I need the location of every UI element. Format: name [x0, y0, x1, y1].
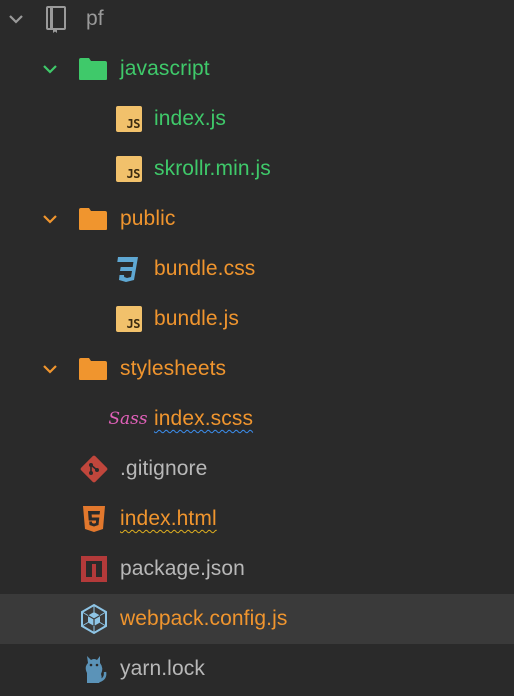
tree-item-label: index.html	[120, 507, 217, 530]
js-file-icon: JS	[113, 94, 145, 144]
git-file-icon	[78, 444, 110, 494]
folder-icon	[77, 344, 109, 394]
tree-item-label: bundle.js	[154, 307, 239, 330]
chevron-down-icon[interactable]	[6, 0, 26, 44]
tree-item-label: skrollr.min.js	[154, 157, 271, 180]
tree-item-label: pf	[86, 7, 104, 30]
repo-icon	[40, 0, 72, 44]
tree-item-label: stylesheets	[120, 357, 227, 380]
folder-icon	[77, 44, 109, 94]
tree-folder-public[interactable]: public	[0, 194, 514, 244]
tree-item-label: bundle.css	[154, 257, 256, 280]
webpack-file-icon	[78, 594, 110, 644]
tree-item-label: index.js	[154, 107, 227, 130]
folder-icon	[77, 194, 109, 244]
tree-item-label: .gitignore	[120, 457, 208, 480]
tree-item-label: webpack.config.js	[120, 607, 288, 630]
tree-item-label: public	[120, 207, 176, 230]
tree-file-webpack-config-js[interactable]: webpack.config.js	[0, 594, 514, 644]
tree-file-yarn-lock[interactable]: yarn.lock	[0, 644, 514, 694]
tree-file-package-json[interactable]: package.json	[0, 544, 514, 594]
tree-file-gitignore[interactable]: .gitignore	[0, 444, 514, 494]
html5-file-icon	[78, 494, 110, 544]
tree-item-label: javascript	[120, 57, 210, 80]
tree-root-pf[interactable]: pf	[0, 0, 514, 44]
tree-file-bundle-js[interactable]: JS bundle.js	[0, 294, 514, 344]
tree-item-label: yarn.lock	[120, 657, 205, 680]
tree-item-label: package.json	[120, 557, 245, 580]
css3-file-icon	[111, 244, 143, 294]
tree-folder-javascript[interactable]: javascript	[0, 44, 514, 94]
tree-folder-stylesheets[interactable]: stylesheets	[0, 344, 514, 394]
tree-file-bundle-css[interactable]: bundle.css	[0, 244, 514, 294]
tree-file-index-js[interactable]: JS index.js	[0, 94, 514, 144]
sass-file-icon: Sass	[108, 409, 148, 429]
js-file-icon: JS	[113, 144, 145, 194]
tree-item-label: index.scss	[154, 407, 254, 430]
tree-file-skrollr-min-js[interactable]: JS skrollr.min.js	[0, 144, 514, 194]
tree-file-index-scss[interactable]: Sass index.scss	[0, 394, 514, 444]
tree-file-index-html[interactable]: index.html	[0, 494, 514, 544]
yarn-file-icon	[78, 644, 110, 694]
npm-file-icon	[78, 544, 110, 594]
chevron-down-icon[interactable]	[40, 194, 60, 244]
chevron-down-icon[interactable]	[40, 44, 60, 94]
file-tree: pf javascript JS index.js JS skrollr.min…	[0, 0, 514, 696]
chevron-down-icon[interactable]	[40, 344, 60, 394]
js-file-icon: JS	[113, 294, 145, 344]
